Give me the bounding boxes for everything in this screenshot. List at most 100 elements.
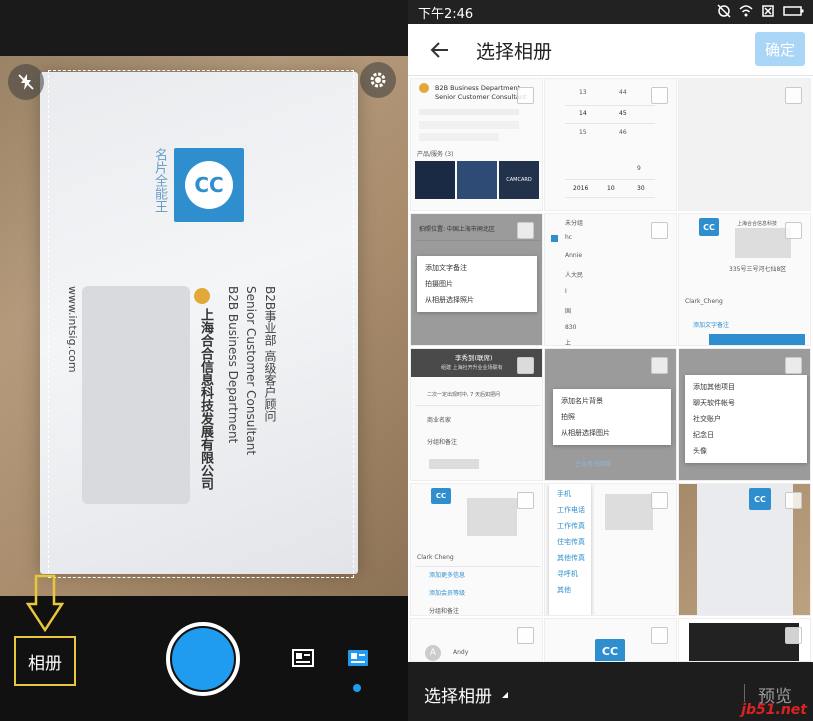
tile6-link: 添加文字备注 [693,322,730,329]
tile-checkbox[interactable] [651,492,668,509]
menu-item: 头像 [693,447,707,455]
battery-icon [783,6,804,16]
picker-num: 2016 [573,185,589,192]
album-picker-screen: 下午2:46 选择相册 确定 B2B Business Department S… [408,0,813,721]
list-item: 商业名家 [427,417,452,424]
tile-checkbox[interactable] [517,627,534,644]
tile1-thumb-2 [457,161,497,199]
menu-item: 添加文字备注 [425,264,467,272]
confirm-button[interactable]: 确定 [755,32,805,66]
photo-tile-11[interactable]: 手机 工作电话 工作传真 住宅传真 其他传真 寻呼机 其他 [544,483,677,616]
tile6-address: 335号三号河七仙8区 [729,266,787,273]
tile1-tags [419,121,519,129]
photo-tile-12[interactable]: CC [678,483,811,616]
camera-settings-button[interactable] [360,62,396,98]
picker-num: 45 [619,110,627,117]
menu-item: 从相册选择图片 [561,429,610,437]
photo-tile-6[interactable]: CC 上海合合信息科技 335号三号河七仙8区 Clark_Cheng 添加文字… [678,213,811,346]
shutter-button[interactable] [166,622,240,696]
tile13-name: Andy [453,649,469,656]
menu-item: 其他传真 [557,554,585,562]
menu-item: 工作传真 [557,522,585,530]
list-item: 国 [565,308,572,315]
tile10-name: Clark Cheng [417,554,454,561]
album-button[interactable]: 相册 [14,636,76,686]
list-item: 添加更多信息 [429,572,466,579]
tile4-menu: 添加文字备注 拍摄图片 从相册选择照片 [417,256,537,312]
tile6-button [709,334,805,345]
photo-tile-2[interactable]: 13 44 14 45 15 46 9 2016 10 30 [544,78,677,211]
photo-tile-5[interactable]: 未分组 hc Annie 人大民 I 国 830 上 [544,213,677,346]
list-item: 上 [565,340,572,346]
picker-num: 15 [579,129,587,136]
photo-tile-10[interactable]: CC Clark Cheng 添加更多信息 添加会员等级 分组和备注 [410,483,543,616]
menu-item: 寻呼机 [557,570,578,578]
tile1-dept: B2B Business Department [435,84,521,92]
tile7-line: 组建 上海社开升业业场联有 [441,365,503,371]
tile-checkbox[interactable] [517,87,534,104]
avatar: A [425,645,441,661]
back-arrow-icon[interactable] [428,38,452,62]
photo-tile-15[interactable] [678,618,811,662]
tile12-card [697,484,793,615]
album-select-dropdown[interactable]: 选择相册 [424,682,492,707]
checkbox-checked [551,235,558,242]
photo-tile-13[interactable]: A Andy [410,618,543,662]
tile-checkbox[interactable] [517,357,534,374]
menu-item: 工作电话 [557,506,585,514]
tile-checkbox[interactable] [785,222,802,239]
photo-tile-1[interactable]: B2B Business Department Senior Customer … [410,78,543,211]
tile1-thumb-3: CAMCARD [499,161,539,199]
tile12-logo: CC [749,488,771,510]
tile8-foot: 已业务无网络 [575,461,612,468]
list-item: 分组和备注 [427,439,458,446]
photo-tile-9[interactable]: 添加其他项目 聊天软件帐号 社交账户 纪念日 头像 [678,348,811,481]
menu-item: 社交账户 [693,415,721,423]
tile7-bar [429,459,479,469]
tile-checkbox[interactable] [785,87,802,104]
list-item: hc [565,234,573,241]
photo-tile-14[interactable]: CC [544,618,677,662]
tile1-section: 产品/服务 (3) [417,151,454,158]
flash-toggle-button[interactable] [8,64,44,100]
picker-num: 14 [579,110,587,117]
tile-checkbox[interactable] [651,87,668,104]
divider [415,405,540,406]
divider [415,566,540,567]
tile-checkbox[interactable] [785,492,802,509]
tile-checkbox[interactable] [517,492,534,509]
card-mode-icon[interactable] [292,649,314,667]
page-title: 选择相册 [476,41,553,63]
divider [565,123,655,124]
tile8-menu: 添加名片背景 拍照 从相册选择图片 [553,389,671,445]
tile-checkbox[interactable] [651,627,668,644]
picker-num: 30 [637,185,645,192]
tile10-logo: CC [431,488,451,504]
tile-checkbox[interactable] [785,627,802,644]
tile-checkbox[interactable] [517,222,534,239]
menu-item: 手机 [557,490,571,498]
tile-checkbox[interactable] [651,357,668,374]
list-item: I [565,288,567,295]
status-time: 下午2:46 [418,6,474,22]
tile15-image [689,623,799,661]
alarm-off-icon [717,4,731,18]
photo-tile-3[interactable] [678,78,811,211]
tile7-name: 李秀到(联席) [455,354,493,362]
photo-tile-4[interactable]: 拍照位置: 中国上海市闸北区 添加文字备注 拍摄图片 从相册选择照片 [410,213,543,346]
list-item: 二次一定出现时中, 7 天后如把问 [427,392,500,398]
tile-checkbox[interactable] [651,222,668,239]
tile6-logo: CC [699,218,719,236]
picker-app-bar: 选择相册 确定 [408,24,813,76]
status-icons [717,4,805,18]
arrow-down-icon [26,574,64,633]
picker-num: 10 [607,185,615,192]
photo-tile-7[interactable]: 李秀到(联席) 组建 上海社开升业业场联有 二次一定出现时中, 7 天后如把问 … [410,348,543,481]
tile-checkbox[interactable] [785,357,802,374]
tile-logo-dot [419,83,429,93]
screenshot-root: CC 名片全能王 B2B事业部 高级客户顾问 Senior Customer C… [0,0,813,721]
divider [565,197,655,198]
list-item: 添加会员等级 [429,590,466,597]
id-card-mode-icon[interactable] [347,649,369,667]
photo-tile-8[interactable]: 添加名片背景 拍照 从相册选择图片 已业务无网络 [544,348,677,481]
